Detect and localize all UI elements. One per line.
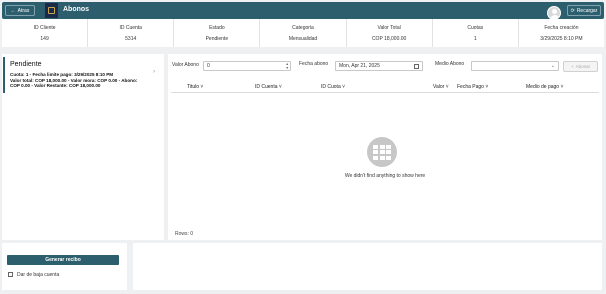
actions-panel: Generar recibo Dar de baja cuenta <box>2 243 127 290</box>
fecha-abono-value: Mon, Apr 21, 2025 <box>339 63 380 69</box>
summary-value: Mensualidad <box>288 35 318 42</box>
installment-status: Pendiente <box>10 61 42 68</box>
summary-id-cuenta: ID Cuenta 5314 <box>88 19 175 47</box>
summary-fecha-creacion: Fecha creación 3/29/2025 8:10 PM <box>519 19 604 47</box>
chevron-right-icon: › <box>153 69 155 75</box>
summary-id-cliente: ID Cliente 149 <box>2 19 89 47</box>
refresh-icon: ⟳ <box>570 7 575 14</box>
installment-line: COP 0.00 - Valor Restante: COP 18,000.00 <box>10 83 101 88</box>
plus-icon: + <box>570 64 574 69</box>
summary-estado: Estado Pendiente <box>174 19 261 47</box>
reload-button-label: Recargar <box>576 7 598 14</box>
user-avatar[interactable] <box>547 6 561 20</box>
summary-label: Fecha creación <box>544 24 579 31</box>
summary-label: Valor Total <box>377 24 401 31</box>
installment-card[interactable]: Pendiente Cuota: 1 - Fecha limite pago: … <box>3 57 163 93</box>
account-summary: ID Cliente 149 ID Cuenta 5314 Estado Pen… <box>2 19 604 47</box>
valor-abono-input[interactable]: 0 ▲ ▼ <box>203 61 291 71</box>
summary-valor-total: Valor Total COP 18,000.00 <box>347 19 433 47</box>
summary-value: Pendiente <box>205 35 229 42</box>
generar-recibo-button[interactable]: Generar recibo <box>7 255 119 265</box>
abonar-button[interactable]: + Abonar <box>563 61 598 72</box>
column-header-valor[interactable]: Valor ˅ <box>433 84 449 90</box>
spinner-icon[interactable]: ▲ ▼ <box>286 62 289 70</box>
rows-count: Rows: 0 <box>175 231 194 237</box>
back-button-label: Atras <box>17 7 30 14</box>
summary-value: 5314 <box>125 35 137 42</box>
top-bar: ← Atras Abonos ⟳ Recargar <box>2 2 604 20</box>
calendar-icon[interactable] <box>414 64 419 69</box>
summary-cuotas: Cuotas 1 <box>433 19 519 47</box>
summary-label: Estado <box>209 24 225 31</box>
summary-categoria: Categoria Mensualidad <box>260 19 347 47</box>
medio-abono-label: Medio Abono <box>435 61 465 67</box>
valor-abono-value: 0 <box>207 63 210 69</box>
chevron-down-icon: ⌄ <box>550 63 555 69</box>
installment-details: Cuota: 1 - Fecha limite pago: 3/29/2025 … <box>10 72 150 89</box>
empty-table-icon <box>367 137 397 167</box>
app-logo <box>45 3 58 18</box>
header-divider <box>171 92 599 93</box>
payments-panel: Valor Abono 0 ▲ ▼ Fecha abono Mon, Apr 21… <box>168 54 602 240</box>
summary-value: 3/29/2025 8:10 PM <box>540 35 583 42</box>
valor-abono-label: Valor Abono <box>172 62 199 68</box>
column-header-id-cuota[interactable]: ID Cuota ˅ <box>321 84 345 90</box>
summary-label: Categoria <box>292 24 314 31</box>
receipt-area <box>133 243 602 290</box>
back-button[interactable]: ← Atras <box>5 5 35 16</box>
summary-value: COP 18,000.00 <box>371 35 407 42</box>
page-title: Abonos <box>63 6 90 13</box>
summary-value: 149 <box>40 35 49 42</box>
empty-message: We didn't find anything to show here <box>344 173 426 179</box>
column-header-id-cuenta[interactable]: ID Cuenta ˅ <box>255 84 282 90</box>
summary-value: 1 <box>473 35 477 42</box>
fecha-abono-picker[interactable]: Mon, Apr 21, 2025 <box>335 61 423 71</box>
arrow-left-icon: ← <box>10 7 16 14</box>
installments-panel: Pendiente Cuota: 1 - Fecha limite pago: … <box>2 54 164 240</box>
reload-button[interactable]: ⟳ Recargar <box>567 5 601 16</box>
summary-label: ID Cuenta <box>119 24 142 31</box>
fecha-abono-label: Fecha abono <box>299 61 329 67</box>
column-header-medio-pago[interactable]: Medio de pago ˅ <box>526 84 563 90</box>
column-header-fecha-pago[interactable]: Fecha Pago ˅ <box>457 84 488 90</box>
dar-de-baja-label: Dar de baja cuenta <box>17 272 60 278</box>
dar-de-baja-checkbox[interactable] <box>8 272 13 277</box>
summary-label: ID Cliente <box>33 24 56 31</box>
abonar-button-label: Abonar <box>575 64 591 69</box>
summary-label: Cuotas <box>467 24 484 31</box>
medio-abono-select[interactable]: ⌄ <box>471 61 559 71</box>
column-header-titulo[interactable]: Titulo ˅ <box>187 84 203 90</box>
